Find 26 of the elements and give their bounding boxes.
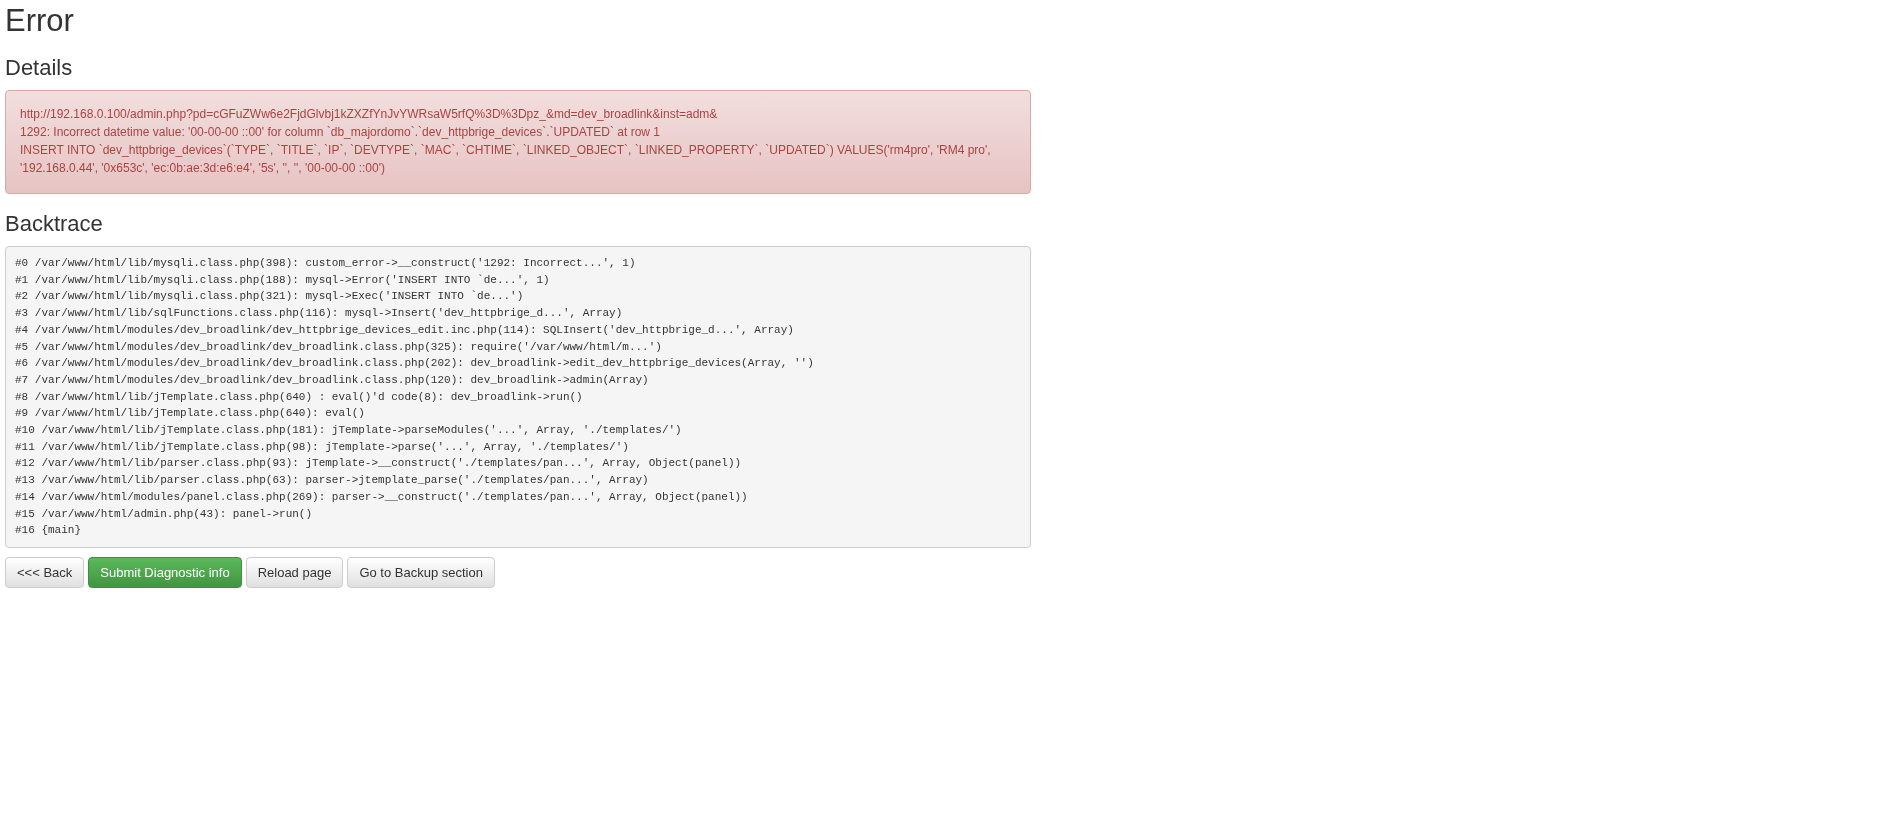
error-text: INSERT INTO `dev_httpbrige_devices`(`TYPE`, `TITLE`, `IP`, `DEVTYPE`, `MAC`, `CHTIME`, `LINKED_OBJECT`, `LINKED_PROPERTY`, `UPDATED`) VALUES('rm4pro', 'RM4 pro', '192.168.0.44', '0x653c', 'ec:0b:ae:3d:e6:e4', '5s', '', '', '00-00-00 ::00'): [20, 142, 992, 177]
backtrace-line: #8 /var/www/html/lib/jTemplate.class.php(640) : eval()'d code(8): dev_broadlink->run(): [15, 389, 584, 405]
backtrace-line: #3 /var/www/html/lib/sqlFunctions.class.php(116): mysql->Insert('dev_httpbrige_d...', Array): [15, 306, 624, 322]
backtrace-line: #9 /var/www/html/lib/jTemplate.class.php(640): eval(): [15, 406, 366, 422]
backtrace-line: #1 /var/www/html/lib/mysqli.class.php(188): mysql->Error('INSERT INTO `de...', 1): [15, 272, 551, 288]
section-heading: Details: [5, 56, 74, 80]
backtrace-line: #0 /var/www/html/lib/mysqli.class.php(398): custom_error->__construct('1292: Incorrect...', 1): [15, 256, 637, 271]
backtrace-line: #6 /var/www/html/modules/dev_broadlink/dev_broadlink.class.php(202): dev_broadlink->edit_dev_httpbrige_devices(Array, ''): [15, 356, 815, 372]
action-button[interactable]: Reload page: [245, 556, 344, 588]
backtrace-line: #5 /var/www/html/modules/dev_broadlink/dev_broadlink.class.php(325): require('/var/www/html/m...'): [15, 339, 663, 355]
backtrace-line: #13 /var/www/html/lib/parser.class.php(63): parser->jtemplate_parse('./templates/pan...', Array): [15, 473, 650, 489]
backtrace-line: #11 /var/www/html/lib/jTemplate.class.php(98): jTemplate->parse('...', Array, './templates/'): [15, 439, 630, 455]
error-text: 1292: Incorrect datetime value: '00-00-00 ::00' for column `db_majordomo`.`dev_httpbrige_devices`.`UPDATED` at row 1: [20, 124, 661, 141]
backtrace-line: #2 /var/www/html/lib/mysqli.class.php(321): mysql->Exec('INSERT INTO `de...'): [15, 289, 525, 305]
backtrace-line: #12 /var/www/html/lib/parser.class.php(93): jTemplate->__construct('./templates/pan...', Array, Object(panel)): [15, 456, 743, 472]
page-title: Error: [5, 2, 75, 38]
backtrace-line: #7 /var/www/html/modules/dev_broadlink/dev_broadlink.class.php(120): dev_broadlink->admin(Array): [15, 372, 650, 388]
backtrace-line: #10 /var/www/html/lib/jTemplate.class.php(181): jTemplate->parseModules('...', Array, './templates/'): [15, 423, 683, 439]
action-button[interactable]: <<< Back: [5, 556, 85, 588]
backtrace-line: #16 {main}: [15, 523, 82, 539]
backtrace-line: #4 /var/www/html/modules/dev_broadlink/dev_httpbrige_devices_edit.inc.php(114): SQLInsert('dev_httpbrige_d...', Array): [15, 322, 795, 338]
backtrace-line: #14 /var/www/html/modules/panel.class.php(269): parser->__construct('./templates/pan...', Array, Object(panel)): [15, 489, 749, 505]
section-heading: Backtrace: [5, 212, 104, 236]
error-text: http://192.168.0.100/admin.php?pd=cGFuZWw6e2FjdGlvbj1kZXZfYnJvYWRsaW5rfQ%3D%3Dpz_&md=dev_broadlink&inst=adm&: [20, 106, 719, 123]
backtrace-line: #15 /var/www/html/admin.php(43): panel->run(): [15, 506, 314, 522]
action-button[interactable]: Go to Backup section: [347, 556, 495, 588]
